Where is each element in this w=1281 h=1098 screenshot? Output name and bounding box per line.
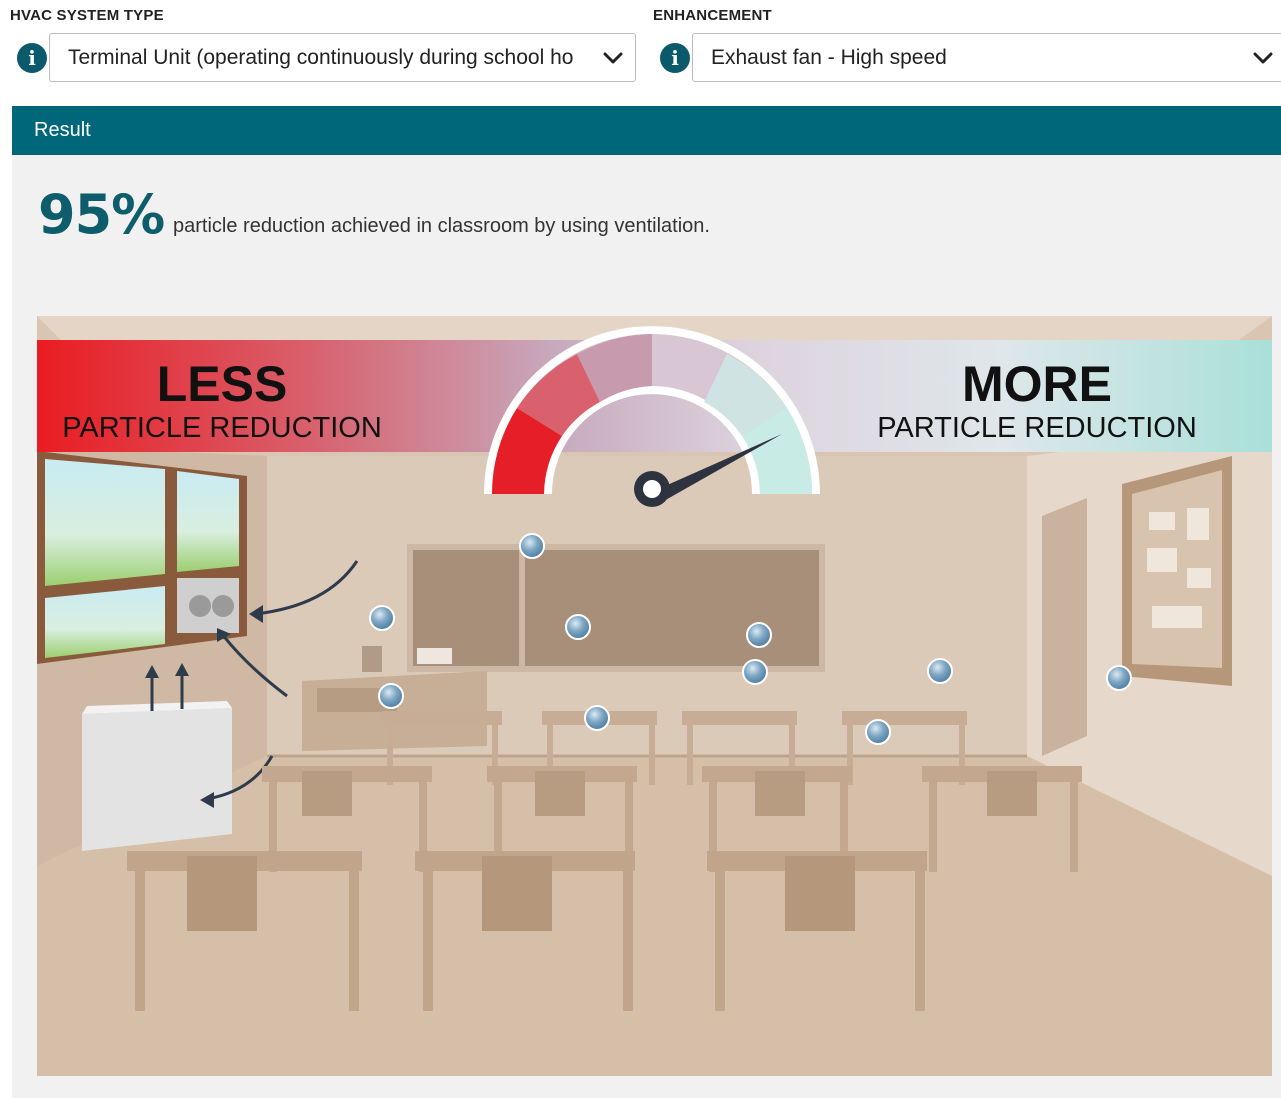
particle-icon <box>519 533 545 559</box>
enhancement-select[interactable]: Exhaust fan - High speed <box>692 33 1281 82</box>
less-subtitle: PARTICLE REDUCTION <box>62 412 382 444</box>
less-title: LESS <box>157 356 288 412</box>
particle-icon <box>378 683 404 709</box>
result-header: Result <box>12 106 1281 155</box>
hvac-system-type-select[interactable]: Terminal Unit (operating continuously du… <box>49 33 636 82</box>
particle-icon <box>565 614 591 640</box>
chevron-down-icon[interactable] <box>1249 34 1277 81</box>
chevron-down-icon[interactable] <box>599 34 627 81</box>
enhancement-label: ENHANCEMENT <box>653 7 772 24</box>
more-subtitle: PARTICLE REDUCTION <box>877 412 1197 444</box>
particle-icon <box>746 622 772 648</box>
hvac-system-type-value: Terminal Unit (operating continuously du… <box>68 46 574 69</box>
reduction-percentage: 95% <box>38 183 165 246</box>
enhancement-value: Exhaust fan - High speed <box>711 46 947 69</box>
particle-icon <box>584 705 610 731</box>
particle-icon <box>742 659 768 685</box>
particle-icon <box>1106 665 1132 691</box>
info-icon[interactable]: i <box>660 43 690 73</box>
info-icon[interactable]: i <box>17 43 47 73</box>
classroom-illustration: LESS PARTICLE REDUCTION MORE PARTICLE RE… <box>37 316 1272 1076</box>
reduction-description: particle reduction achieved in classroom… <box>173 215 710 237</box>
particle-icon <box>369 605 395 631</box>
result-panel: 95% particle reduction achieved in class… <box>12 155 1281 1098</box>
hvac-system-type-label: HVAC SYSTEM TYPE <box>10 7 164 24</box>
more-title: MORE <box>962 356 1112 412</box>
particle-icon <box>927 658 953 684</box>
particle-icon <box>865 719 891 745</box>
